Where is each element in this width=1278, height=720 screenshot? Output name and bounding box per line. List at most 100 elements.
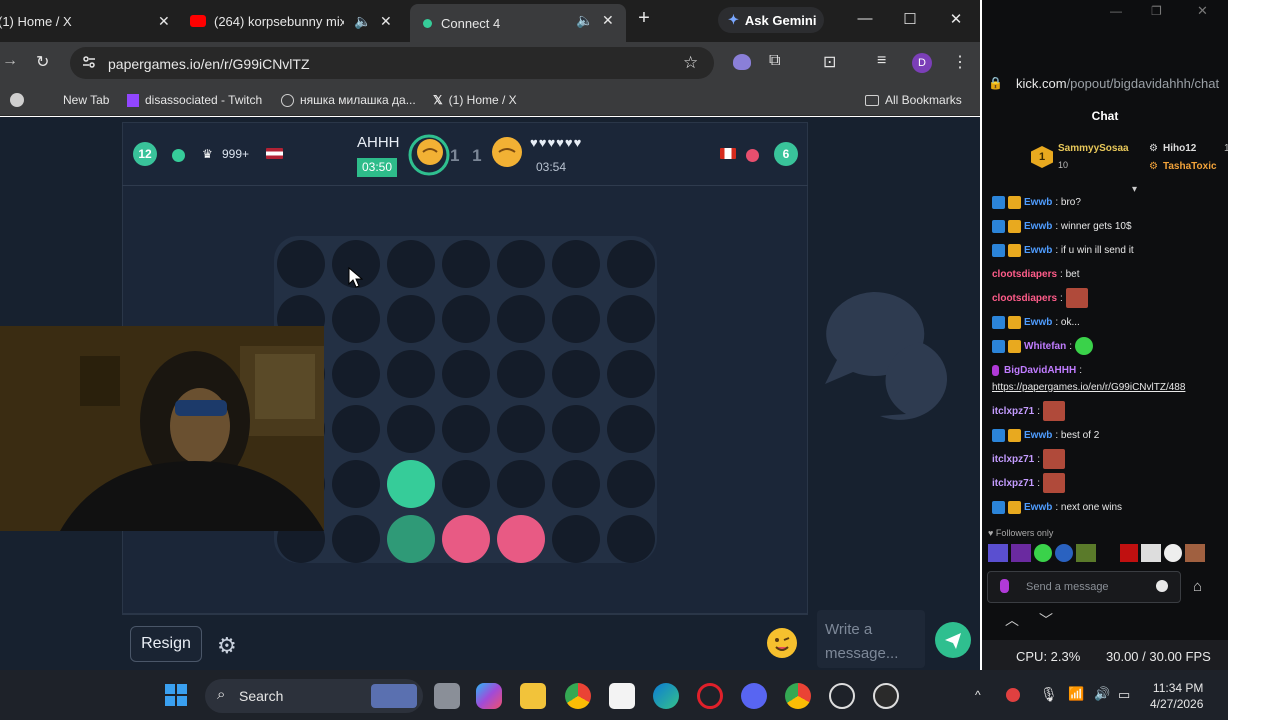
site-info-icon[interactable] [82,55,96,69]
file-explorer-icon[interactable] [520,683,546,709]
board-cell[interactable] [607,515,655,563]
chat-username[interactable]: Ewwb [1024,317,1052,328]
task-view-icon[interactable] [434,683,460,709]
wifi-icon[interactable]: 📶 [1068,686,1084,702]
tab-x-home[interactable]: (1) Home / X ✕ [0,6,180,36]
volume-icon[interactable]: 🔊 [1094,686,1110,702]
board-cell[interactable] [442,460,490,508]
clock[interactable]: 11:34 PM 4/27/2026 [1150,680,1203,712]
board-cell[interactable] [332,350,380,398]
board-cell[interactable] [332,405,380,453]
tray-overflow-icon[interactable]: ^ [975,688,981,702]
board-cell[interactable] [552,240,600,288]
board-cell[interactable] [497,240,545,288]
reload-icon[interactable]: ↻ [36,52,49,72]
extension-icon[interactable] [733,54,751,70]
board-cell[interactable] [442,405,490,453]
taskbar-search[interactable]: ⌕ Search [205,679,423,713]
board-cell[interactable] [332,460,380,508]
media-controls-icon[interactable]: ≡ [877,52,886,70]
board-cell[interactable] [277,240,325,288]
board-cell[interactable] [552,460,600,508]
chat-maximize-icon[interactable]: ❐ [1151,4,1162,18]
obs-icon[interactable] [873,683,899,709]
board-cell[interactable] [387,295,435,343]
opera-icon[interactable] [697,683,723,709]
tab-search-icon[interactable]: ⊡ [823,52,836,72]
close-window-icon[interactable]: ✕ [946,10,966,28]
emote-strip[interactable] [988,544,1210,564]
media-player-icon[interactable] [829,683,855,709]
board-cell[interactable] [552,515,600,563]
tab-close-icon[interactable]: ✕ [158,13,170,30]
board-cell[interactable] [607,405,655,453]
microsoft-store-icon[interactable] [609,683,635,709]
tab-youtube[interactable]: (264) korpsebunny mix 🔈 ✕ [190,6,400,36]
tray-app-icon[interactable] [1006,688,1020,702]
send-message-button[interactable] [935,622,971,658]
speaker-icon[interactable]: 🔈 [576,12,593,29]
chat-message-input[interactable]: Send a message [987,571,1181,603]
emoji-icon[interactable] [1156,580,1168,592]
chat-username[interactable]: Ewwb [1024,245,1052,256]
board-cell[interactable] [497,350,545,398]
bookmark-twitch[interactable]: disassociated - Twitch [127,93,262,107]
chat-link[interactable]: https://papergames.io/en/r/G99iCNvlTZ/48… [992,382,1185,393]
emoji-picker-icon[interactable] [767,628,797,658]
pink-piece[interactable] [442,515,490,563]
board-cell[interactable] [387,240,435,288]
tab-close-icon[interactable]: ✕ [602,12,614,29]
chat-username[interactable]: itclxpz71 [992,454,1034,465]
chat-url[interactable]: kick.com/popout/bigdavidahhh/chat [1016,76,1228,91]
maximize-icon[interactable]: ☐ [900,10,920,28]
bookmark-star-icon[interactable]: ☆ [683,53,698,73]
board-cell[interactable] [497,295,545,343]
chat-close-icon[interactable]: ✕ [1197,3,1208,19]
board-cell[interactable] [442,350,490,398]
board-cell[interactable] [332,515,380,563]
green-piece[interactable] [387,515,435,563]
edge-icon[interactable] [653,683,679,709]
tab-close-icon[interactable]: ✕ [380,13,392,30]
puzzle-extensions-icon[interactable]: ⧉ [769,52,780,70]
chat-username[interactable]: Whitefan [1024,341,1066,352]
chat-username[interactable]: Ewwb [1024,430,1052,441]
board-cell[interactable] [607,295,655,343]
new-tab-icon[interactable]: + [634,7,654,30]
discord-icon[interactable] [741,683,767,709]
all-bookmarks[interactable]: All Bookmarks [865,93,962,107]
green-piece[interactable] [387,460,435,508]
settings-gear-icon[interactable]: ⚙ [217,633,237,659]
bookmark-x-home[interactable]: 𝕏 (1) Home / X [433,93,517,107]
board-cell[interactable] [607,460,655,508]
chrome-profile-icon[interactable] [785,683,811,709]
chat-username[interactable]: BigDavidAHHH [1004,365,1076,376]
chat-username[interactable]: clootsdiapers [992,293,1057,304]
game-message-input[interactable]: Write a message... [817,610,925,668]
board-cell[interactable] [387,405,435,453]
board-cell[interactable] [607,240,655,288]
url-text[interactable]: papergames.io/en/r/G99iCNvlTZ [108,56,310,72]
chat-username[interactable]: Ewwb [1024,221,1052,232]
ask-gemini-button[interactable]: ✦ Ask Gemini [718,7,824,33]
chrome-icon[interactable] [565,683,591,709]
chrome-apps-icon[interactable] [10,93,24,107]
profile-avatar[interactable]: D [912,53,932,73]
board-cell[interactable] [497,405,545,453]
board-cell[interactable] [552,405,600,453]
chevron-up-icon[interactable]: ︿ [1000,610,1024,630]
board-cell[interactable] [442,240,490,288]
windows-start-icon[interactable] [164,683,188,707]
minimize-icon[interactable]: — [855,10,875,27]
bookmark-new-tab[interactable]: New Tab [63,93,109,107]
battery-icon[interactable]: ▭ [1118,687,1130,703]
store-icon[interactable]: ⌂ [1193,578,1202,595]
forward-icon[interactable]: → [2,52,18,70]
speaker-icon[interactable]: 🔈 [354,13,371,30]
chat-username[interactable]: clootsdiapers [992,269,1057,280]
chat-username[interactable]: Ewwb [1024,197,1052,208]
chevron-down-icon[interactable]: ﹀ [1034,610,1058,630]
microphone-tray-icon[interactable]: 🎙 [1040,686,1058,703]
board-cell[interactable] [442,295,490,343]
board-cell[interactable] [552,350,600,398]
